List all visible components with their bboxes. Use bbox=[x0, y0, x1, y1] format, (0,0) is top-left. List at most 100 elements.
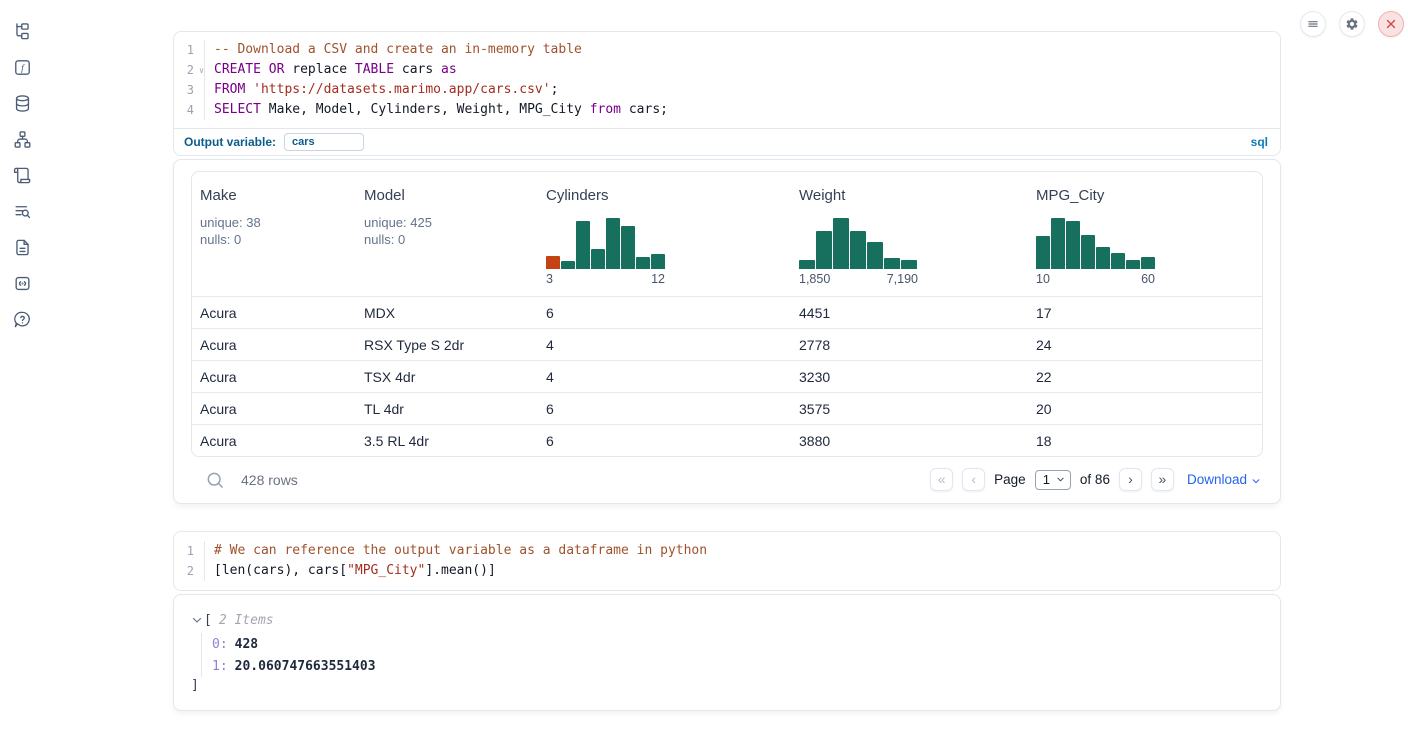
table-cell: 6 bbox=[538, 433, 791, 449]
sql-cell-editor[interactable]: 12∨34 -- Download a CSV and create an in… bbox=[173, 31, 1281, 156]
token-com: # We can reference the output variable a… bbox=[214, 543, 707, 558]
table-cell: 6 bbox=[538, 401, 791, 417]
column-header-model[interactable]: Modelunique: 425nulls: 0 bbox=[356, 172, 538, 296]
token-plain bbox=[245, 82, 253, 97]
table-cell: 3575 bbox=[791, 401, 1028, 417]
table-cell: 20 bbox=[1028, 401, 1262, 417]
helper-panel-sidebar: f bbox=[0, 0, 44, 333]
column-header-make[interactable]: Makeunique: 38nulls: 0 bbox=[192, 172, 356, 296]
tree-entry-value: 428 bbox=[235, 637, 258, 652]
histogram-bar bbox=[1141, 257, 1155, 269]
previous-page-button[interactable]: ‹ bbox=[962, 468, 985, 491]
scratchpad-scroll-icon[interactable] bbox=[8, 162, 36, 189]
histogram-bar bbox=[1126, 260, 1140, 269]
output-tree-header: [ 2 Items bbox=[191, 610, 1263, 630]
table-cell: 18 bbox=[1028, 433, 1262, 449]
dependency-graph-icon[interactable] bbox=[8, 126, 36, 153]
stat-line: unique: 425 bbox=[364, 214, 432, 231]
python-code-area[interactable]: 12 # We can reference the output variabl… bbox=[174, 532, 1280, 590]
table-row: AcuraRSX Type S 2dr4277824 bbox=[192, 328, 1262, 360]
line-number: 4 bbox=[174, 100, 204, 120]
close-x-icon[interactable] bbox=[1378, 11, 1404, 37]
histogram-bar bbox=[1096, 247, 1110, 269]
table-cell: 3880 bbox=[791, 433, 1028, 449]
column-header-cylinders[interactable]: Cylinders312 bbox=[538, 172, 791, 296]
logs-search-icon[interactable] bbox=[8, 198, 36, 225]
table-cell: TSX 4dr bbox=[356, 369, 538, 385]
histogram-bar bbox=[867, 242, 883, 269]
histogram-bar bbox=[833, 218, 849, 269]
histogram-bar bbox=[606, 218, 620, 269]
table-row: AcuraTSX 4dr4323022 bbox=[192, 360, 1262, 392]
search-icon[interactable] bbox=[205, 470, 225, 490]
line-number: 1 bbox=[174, 40, 204, 60]
output-variable-input[interactable] bbox=[284, 133, 364, 151]
chevron-down-icon bbox=[1056, 475, 1065, 484]
gear-icon[interactable] bbox=[1339, 11, 1365, 37]
table-body: AcuraMDX6445117AcuraRSX Type S 2dr427782… bbox=[192, 296, 1262, 456]
token-kw: OR bbox=[269, 62, 285, 77]
table-header-row: Makeunique: 38nulls: 0Modelunique: 425nu… bbox=[192, 172, 1262, 296]
python-cell-editor[interactable]: 12 # We can reference the output variabl… bbox=[173, 531, 1281, 591]
histogram-min-label: 10 bbox=[1036, 272, 1050, 288]
table-footer: 428 rows « ‹ Page 1 of 86 › » Download bbox=[191, 457, 1263, 502]
token-com: -- Download a CSV and create an in-memor… bbox=[214, 42, 582, 57]
fold-chevron-icon[interactable]: ∨ bbox=[199, 61, 204, 81]
database-icon[interactable] bbox=[8, 90, 36, 117]
first-page-button[interactable]: « bbox=[930, 468, 953, 491]
histogram-bar bbox=[901, 260, 917, 269]
tree-entry: 1:20.060747663551403 bbox=[212, 655, 1263, 677]
python-output-panel: [ 2 Items 0:4281:20.060747663551403 ] bbox=[173, 594, 1281, 711]
collapse-chevron-icon[interactable] bbox=[191, 614, 203, 626]
close-bracket: ] bbox=[191, 678, 1263, 698]
column-name: MPG_City bbox=[1036, 187, 1104, 204]
code-line: # We can reference the output variable a… bbox=[214, 541, 707, 561]
sql-code-area[interactable]: 12∨34 -- Download a CSV and create an in… bbox=[174, 32, 1280, 128]
histogram-bar bbox=[1066, 221, 1080, 269]
next-page-button[interactable]: › bbox=[1119, 468, 1142, 491]
function-square-icon[interactable]: f bbox=[8, 54, 36, 81]
table-cell: TL 4dr bbox=[356, 401, 538, 417]
tree-entry-value: 20.060747663551403 bbox=[235, 659, 376, 674]
last-page-button[interactable]: » bbox=[1151, 468, 1174, 491]
file-explorer-tree-icon[interactable] bbox=[8, 18, 36, 45]
token-plain: Make, Model, Cylinders, Weight, MPG_City bbox=[261, 102, 590, 117]
histogram-bar bbox=[1111, 253, 1125, 269]
snippets-code-box-icon[interactable] bbox=[8, 270, 36, 297]
table-row: Acura3.5 RL 4dr6388018 bbox=[192, 424, 1262, 456]
notebook-actions-toolbar bbox=[1300, 11, 1404, 37]
column-name: Make bbox=[200, 187, 237, 204]
items-count-label: 2 Items bbox=[219, 613, 274, 628]
histogram-max-label: 60 bbox=[1141, 272, 1155, 288]
documentation-file-icon[interactable] bbox=[8, 234, 36, 261]
page-label: Page bbox=[994, 472, 1026, 487]
histogram-bar bbox=[636, 257, 650, 269]
token-kw: from bbox=[590, 102, 621, 117]
histogram-bar bbox=[1051, 218, 1065, 269]
line-number-gutter: 12∨34 bbox=[174, 40, 205, 120]
hamburger-menu-icon[interactable] bbox=[1300, 11, 1326, 37]
help-chat-icon[interactable] bbox=[8, 306, 36, 333]
page-total-label: of 86 bbox=[1080, 472, 1110, 487]
column-header-weight[interactable]: Weight1,8507,190 bbox=[791, 172, 1028, 296]
token-kw: SELECT bbox=[214, 102, 261, 117]
stat-line: nulls: 0 bbox=[364, 231, 432, 248]
histogram-bar bbox=[1036, 236, 1050, 269]
table-cell: MDX bbox=[356, 305, 538, 321]
histogram-min-label: 3 bbox=[546, 272, 553, 288]
table-cell: 4 bbox=[538, 337, 791, 353]
output-tree-body: 0:4281:20.060747663551403 bbox=[201, 633, 1263, 677]
column-name: Cylinders bbox=[546, 187, 609, 204]
column-stats: unique: 425nulls: 0 bbox=[364, 214, 432, 248]
chevron-down-icon bbox=[1251, 476, 1261, 486]
table-cell: 4451 bbox=[791, 305, 1028, 321]
histogram-bar bbox=[651, 254, 665, 269]
column-header-mpg_city[interactable]: MPG_City 10 60 bbox=[1028, 172, 1262, 296]
page-select-value: 1 bbox=[1043, 472, 1050, 487]
table-cell: Acura bbox=[192, 369, 356, 385]
code-lines: # We can reference the output variable a… bbox=[205, 541, 707, 581]
page-select[interactable]: 1 bbox=[1035, 470, 1071, 490]
pagination-controls: « ‹ Page 1 of 86 › » bbox=[930, 468, 1174, 491]
token-plain bbox=[261, 62, 269, 77]
download-button[interactable]: Download bbox=[1187, 472, 1261, 487]
